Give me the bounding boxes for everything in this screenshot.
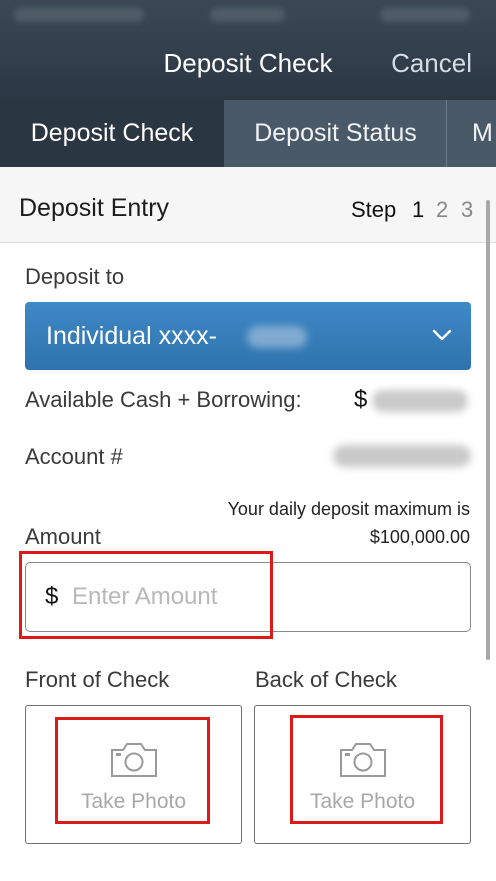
take-photo-label: Take Photo: [80, 790, 187, 813]
available-cash-label: Available Cash + Borrowing:: [25, 387, 302, 412]
front-of-check-label: Front of Check: [25, 667, 170, 692]
account-select-value: Individual xxxx-: [46, 322, 217, 350]
step-label: Step: [351, 197, 397, 222]
tab-bar: Deposit Check Deposit Status M: [0, 100, 496, 167]
blurred-battery-indicator: [380, 8, 470, 22]
blurred-time-indicator: [210, 8, 285, 22]
deposit-to-label: Deposit to: [25, 264, 125, 289]
blurred-carrier-indicator: [14, 8, 144, 22]
blurred-available-cash-value: [372, 390, 468, 412]
take-photo-label: Take Photo: [309, 790, 416, 813]
back-check-photo-button[interactable]: Take Photo: [254, 705, 471, 844]
step-indicator-1: 1: [412, 197, 425, 222]
status-bar: [0, 0, 496, 32]
blurred-account-digits: [247, 326, 307, 348]
step-header: Deposit Entry Step 1 2 3: [0, 167, 496, 243]
blurred-account-number-value: [333, 445, 471, 467]
step-indicator-3: 3: [461, 197, 474, 222]
amount-field[interactable]: $: [25, 562, 471, 632]
tab-deposit-status[interactable]: Deposit Status: [225, 100, 446, 167]
scrollbar[interactable]: [486, 200, 490, 660]
cancel-button[interactable]: Cancel: [391, 48, 472, 79]
tab-more[interactable]: M: [472, 100, 496, 167]
account-number-label: Account #: [25, 444, 123, 469]
amount-input[interactable]: [72, 573, 452, 621]
tab-deposit-check[interactable]: Deposit Check: [0, 100, 224, 167]
account-select[interactable]: Individual xxxx-: [25, 302, 471, 370]
top-navigation-bar: Deposit Check Cancel: [0, 0, 496, 100]
back-of-check-label: Back of Check: [255, 667, 397, 692]
camera-icon: [111, 743, 157, 777]
camera-icon: [340, 743, 386, 777]
available-cash-currency: $: [354, 386, 368, 413]
daily-maximum-amount: $100,000.00: [369, 527, 470, 547]
chevron-down-icon: [432, 329, 452, 341]
front-check-photo-button[interactable]: Take Photo: [25, 705, 242, 844]
section-title: Deposit Entry: [19, 194, 170, 222]
amount-label: Amount: [25, 524, 101, 549]
tab-divider: [446, 100, 447, 167]
step-indicator-2: 2: [436, 197, 449, 222]
daily-maximum-note: Your daily deposit maximum is: [227, 499, 470, 519]
amount-currency: $: [45, 583, 59, 610]
